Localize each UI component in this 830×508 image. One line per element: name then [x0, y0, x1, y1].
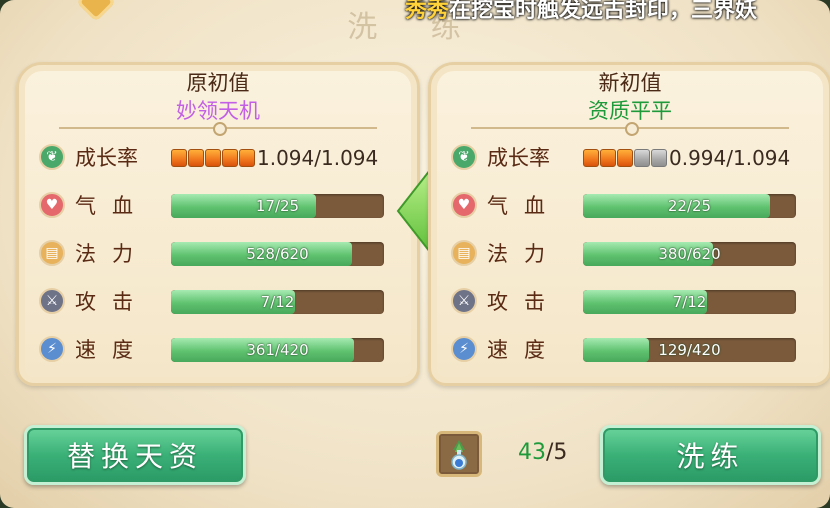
stat-row-atk: ⚔ 攻击 7/12 [451, 285, 811, 319]
stat-label: 速度 [75, 338, 149, 362]
stat-value: 129/420 [658, 341, 721, 359]
scroll-icon: ▤ [39, 240, 65, 266]
quality-label: 妙领天机 [176, 99, 260, 123]
divider [59, 122, 377, 136]
sword-icon: ⚔ [451, 288, 477, 314]
stat-bar: 22/25 [583, 194, 796, 218]
reroll-button[interactable]: 洗练 [600, 425, 821, 485]
panel-header: 原初值 妙领天机 [19, 69, 417, 125]
stat-value: 22/25 [667, 197, 712, 215]
potion-bottle-icon[interactable] [436, 431, 482, 477]
stat-bar: 7/12 [583, 290, 796, 314]
panel-header: 新初值 资质平平 [431, 69, 829, 125]
growth-value: 0.994/1.094 [669, 146, 791, 170]
stat-label: 速度 [487, 338, 561, 362]
broadcast-marquee: 秀秀在挖宝时触发远古封印，三界妖 [405, 0, 757, 24]
stat-row-atk: ⚔ 攻击 7/12 [39, 285, 399, 319]
material-required: 5 [553, 440, 568, 465]
growth-pip-filled [239, 149, 255, 167]
growth-pip-filled [205, 149, 221, 167]
stat-value: 7/12 [672, 293, 707, 311]
stat-bar: 17/25 [171, 194, 384, 218]
stat-value: 361/420 [246, 341, 309, 359]
stat-label: 攻击 [487, 290, 561, 314]
sword-icon: ⚔ [39, 288, 65, 314]
stat-row-hp: ♥ 气血 17/25 [39, 189, 399, 223]
panel-title: 新初值 [598, 71, 662, 95]
stat-bar: 528/620 [171, 242, 384, 266]
growth-pip-empty [651, 149, 667, 167]
stat-label: 法力 [487, 242, 561, 266]
stat-row-mp: ▤ 法力 380/620 [451, 237, 811, 271]
heart-icon: ♥ [39, 192, 65, 218]
stat-value: 7/12 [260, 293, 295, 311]
stat-bar: 7/12 [171, 290, 384, 314]
stat-row-speed: ⚡ 速度 129/420 [451, 333, 811, 367]
stat-label: 法力 [75, 242, 149, 266]
divider [471, 122, 789, 136]
growth-pip-filled [583, 149, 599, 167]
heart-icon: ♥ [451, 192, 477, 218]
growth-pip-filled [171, 149, 187, 167]
stat-label: 攻击 [75, 290, 149, 314]
marquee-text: 在挖宝时触发远古封印，三界妖 [449, 0, 758, 23]
quality-label: 资质平平 [588, 99, 672, 123]
stat-value: 17/25 [255, 197, 300, 215]
growth-pip-filled [617, 149, 633, 167]
stat-row-mp: ▤ 法力 528/620 [39, 237, 399, 271]
stat-row-growth: ❦ 成长率 0.994/1.094 [451, 141, 811, 175]
new-stats-panel: 新初值 资质平平 ❦ 成长率 0.994/1.094 ♥ 气血 22/25 ▤ … [428, 62, 830, 386]
sprout-icon: ❦ [39, 144, 65, 170]
stat-row-hp: ♥ 气血 22/25 [451, 189, 811, 223]
scroll-icon: ▤ [451, 240, 477, 266]
growth-value: 1.094/1.094 [257, 146, 379, 170]
panel-title: 原初值 [186, 71, 250, 95]
lightning-icon: ⚡ [39, 336, 65, 362]
growth-pip-filled [188, 149, 204, 167]
stat-row-speed: ⚡ 速度 361/420 [39, 333, 399, 367]
stat-value: 528/620 [246, 245, 309, 263]
original-stats-panel: 原初值 妙领天机 ❦ 成长率 1.094/1.094 ♥ 气血 17/25 ▤ … [16, 62, 420, 386]
stat-bar: 129/420 [583, 338, 796, 362]
replace-aptitude-button[interactable]: 替换天资 [24, 425, 246, 485]
stat-row-growth: ❦ 成长率 1.094/1.094 [39, 141, 399, 175]
stat-value: 380/620 [658, 245, 721, 263]
material-count: 43/5 [518, 440, 568, 465]
growth-pip-empty [634, 149, 650, 167]
growth-pips [171, 149, 255, 167]
stat-label: 成长率 [487, 146, 550, 170]
material-owned: 43 [518, 440, 546, 465]
marquee-player-name: 秀秀 [405, 0, 450, 23]
sprout-icon: ❦ [451, 144, 477, 170]
stat-label: 成长率 [75, 146, 138, 170]
growth-pips [583, 149, 667, 167]
stat-bar: 361/420 [171, 338, 384, 362]
stat-bar: 380/620 [583, 242, 796, 266]
growth-pip-filled [222, 149, 238, 167]
potion-bottle-graphic [441, 436, 477, 472]
reroll-window: 洗 练 秀秀在挖宝时触发远古封印，三界妖 原初值 妙领天机 ❦ 成长率 1.09… [0, 0, 830, 508]
growth-pip-filled [600, 149, 616, 167]
lightning-icon: ⚡ [451, 336, 477, 362]
stat-label: 气血 [487, 194, 561, 218]
stat-label: 气血 [75, 194, 149, 218]
